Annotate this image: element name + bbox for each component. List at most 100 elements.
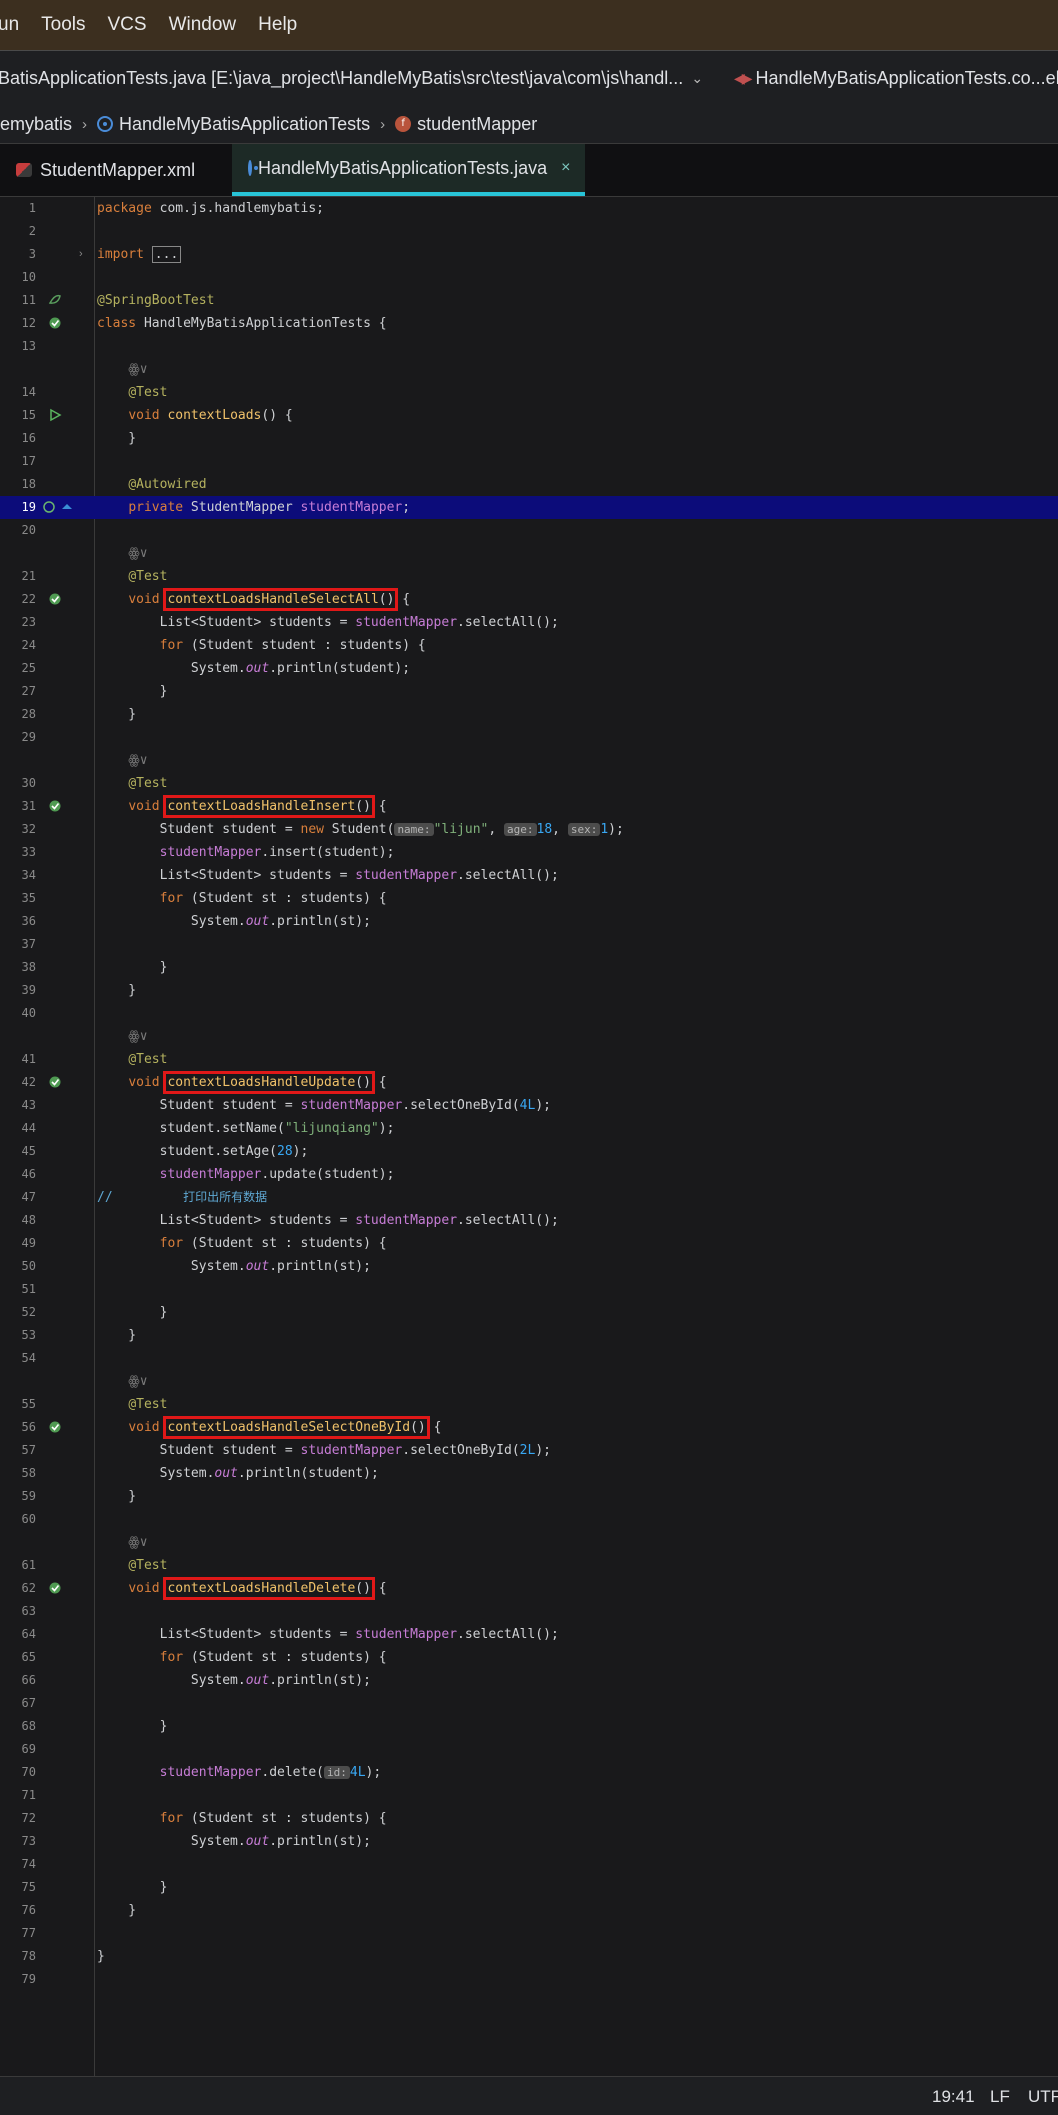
code-line: 29	[21, 730, 36, 744]
editor-tabs: StudentMapper.xml HandleMyBatisApplicati…	[0, 144, 1058, 196]
run-test-icon[interactable]	[48, 799, 62, 813]
code-line: 30 @Test	[21, 776, 168, 791]
code-line: 68 }	[21, 1719, 168, 1734]
run-test-icon[interactable]	[48, 1075, 62, 1089]
code-line: 55 @Test	[21, 1397, 168, 1412]
code-line: ꙮ∨	[97, 1374, 148, 1389]
code-line: 65 for (Student st : students) {	[21, 1650, 387, 1665]
code-line: 70 studentMapper.delete(id: 4L);	[21, 1765, 382, 1780]
chevron-right-icon: ›	[82, 115, 88, 133]
field-icon: f	[395, 116, 412, 132]
code-line: 12 class HandleMyBatisApplicationTests {	[21, 316, 387, 331]
code-line: 57 Student student = studentMapper.selec…	[21, 1443, 551, 1458]
code-line: 18 @Autowired	[21, 477, 207, 492]
fold-icon[interactable]: ›	[79, 243, 83, 266]
code-line: 42 void contextLoadsHandleUpdate() {	[21, 1071, 387, 1094]
code-line: 24 for (Student student : students) {	[21, 638, 426, 653]
code-line: 48 List<Student> students = studentMappe…	[21, 1213, 559, 1228]
code-line: 14 @Test	[21, 385, 168, 400]
code-line: 45 student.setAge(28);	[21, 1144, 309, 1159]
run-test-icon[interactable]	[48, 316, 62, 330]
code-line: 73 System.out.println(st);	[21, 1834, 371, 1849]
code-line: 58 System.out.println(student);	[21, 1466, 379, 1481]
code-line: ꙮ∨	[97, 362, 148, 377]
code-line: 23 List<Student> students = studentMappe…	[21, 615, 559, 630]
xml-icon	[16, 163, 32, 177]
code-editor[interactable]: 1 package com.js.handlemybatis; 2 3 › impor…	[0, 196, 1058, 2077]
code-line: 41 @Test	[21, 1052, 168, 1067]
code-line: 28 }	[21, 707, 137, 722]
code-line: 61 @Test	[21, 1558, 168, 1573]
code-line: 27 }	[21, 684, 168, 699]
code-line: 66 System.out.println(st);	[21, 1673, 371, 1688]
code-line: 44 student.setName("lijunqiang");	[21, 1121, 395, 1136]
code-line: 49 for (Student st : students) {	[21, 1236, 387, 1251]
run-config[interactable]: ◀▶ HandleMyBatisApplicationTests.co...el…	[734, 68, 1058, 89]
run-test-icon[interactable]	[48, 1420, 62, 1434]
navigate-icon[interactable]	[60, 500, 74, 514]
caret-position[interactable]: 19:41	[932, 2087, 975, 2107]
tab-label: HandleMyBatisApplicationTests.java	[258, 157, 548, 178]
file-encoding[interactable]: UTF	[1028, 2087, 1058, 2107]
code-line: 31 void contextLoadsHandleInsert() {	[21, 795, 387, 818]
autowired-icon[interactable]	[42, 500, 56, 514]
code-line: 50 System.out.println(st);	[21, 1259, 371, 1274]
breadcrumb: emybatis › HandleMyBatisApplicationTests…	[0, 105, 1058, 144]
code-line: 72 for (Student st : students) {	[21, 1811, 387, 1826]
run-test-icon[interactable]	[48, 1581, 62, 1595]
code-line: 34 List<Student> students = studentMappe…	[21, 868, 559, 883]
code-line: ꙮ∨	[97, 1029, 148, 1044]
code-line: 78}	[21, 1949, 105, 1964]
menu-vcs[interactable]: VCS	[108, 14, 147, 36]
code-line: 17	[21, 454, 36, 468]
code-line: 40	[21, 1006, 36, 1020]
breadcrumb-class[interactable]: HandleMyBatisApplicationTests	[119, 114, 370, 135]
code-line: 25 System.out.println(student);	[21, 661, 411, 676]
menu-help[interactable]: Help	[258, 14, 297, 36]
code-line: 10	[21, 270, 36, 284]
play-icon[interactable]	[48, 408, 62, 422]
code-line: 13	[21, 339, 36, 353]
code-line: 32 Student student = new Student(name: "l…	[21, 822, 624, 837]
code-line: 75 }	[21, 1880, 168, 1895]
tab-handle-mybatis-tests[interactable]: HandleMyBatisApplicationTests.java ×	[232, 144, 585, 196]
code-line: 52 }	[21, 1305, 168, 1320]
tab-student-mapper-xml[interactable]: StudentMapper.xml	[0, 144, 232, 196]
code-line: 33 studentMapper.insert(student);	[21, 845, 395, 860]
run-config-label: HandleMyBatisApplicationTests.co...ele	[755, 67, 1058, 88]
code-line: 3 › import ...	[0, 243, 1058, 266]
menu-bar: un Tools VCS Window Help	[0, 0, 1058, 50]
code-line: ꙮ∨	[97, 546, 148, 561]
chevron-down-icon[interactable]: ⌄	[691, 70, 703, 87]
breadcrumb-field[interactable]: studentMapper	[417, 114, 537, 135]
title-bar: BatisApplicationTests.java [E:\java_proj…	[0, 50, 1058, 106]
code-line-current: 19 private StudentMapper studentMapper;	[0, 496, 1058, 519]
code-line: 64 List<Student> students = studentMappe…	[21, 1627, 559, 1642]
code-line: 69	[21, 1742, 36, 1756]
chevron-right-icon: ›	[380, 115, 386, 133]
code-line: 76 }	[21, 1903, 137, 1918]
close-icon[interactable]: ×	[561, 159, 570, 177]
code-line: 21 @Test	[21, 569, 168, 584]
line-separator[interactable]: LF	[990, 2087, 1010, 2107]
code-line: 71	[21, 1788, 36, 1802]
spring-bean-icon[interactable]	[48, 293, 62, 307]
run-config-icon: ◀▶	[734, 69, 752, 86]
run-test-icon[interactable]	[48, 592, 62, 606]
code-line: 20	[21, 523, 36, 537]
tab-label: StudentMapper.xml	[40, 159, 196, 180]
code-line: 22 void contextLoadsHandleSelectAll() {	[21, 588, 411, 611]
code-line: 16 }	[21, 431, 137, 446]
code-line: 53 }	[21, 1328, 137, 1343]
code-line: 59 }	[21, 1489, 137, 1504]
menu-tools[interactable]: Tools	[41, 14, 85, 36]
code-line: 43 Student student = studentMapper.selec…	[21, 1098, 551, 1113]
code-line: 56 void contextLoadsHandleSelectOneById(…	[21, 1416, 442, 1439]
menu-run[interactable]: un	[0, 14, 19, 36]
code-line: 2	[28, 224, 36, 238]
breadcrumb-project[interactable]: emybatis	[0, 114, 72, 135]
menu-window[interactable]: Window	[169, 14, 237, 36]
code-line: 35 for (Student st : students) {	[21, 891, 387, 906]
code-line: 46 studentMapper.update(student);	[21, 1167, 395, 1182]
code-line: 77	[21, 1926, 36, 1940]
